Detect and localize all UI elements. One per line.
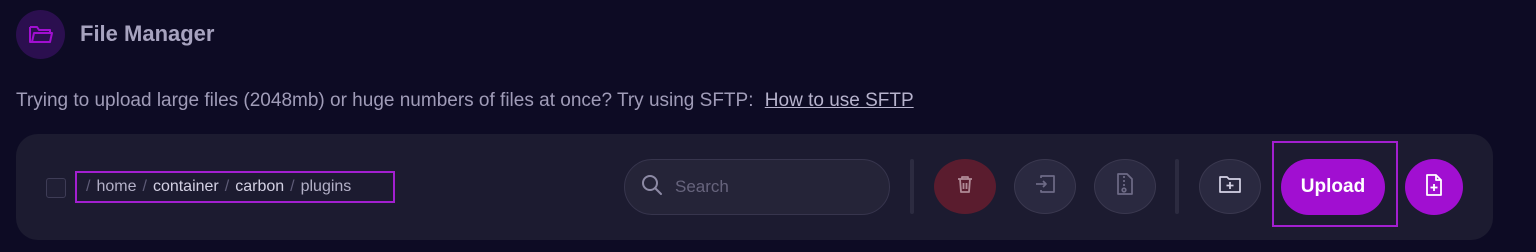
search-input[interactable] (673, 176, 857, 198)
upload-button[interactable]: Upload (1281, 159, 1385, 215)
breadcrumb: / home / container / carbon / plugins (75, 171, 395, 203)
move-button[interactable] (1014, 159, 1076, 214)
sftp-notice: Trying to upload large files (2048mb) or… (16, 90, 914, 112)
new-folder-button[interactable] (1199, 159, 1261, 214)
folder-plus-icon (1219, 175, 1241, 198)
page-header: File Manager (16, 9, 215, 59)
breadcrumb-separator: / (290, 178, 295, 195)
file-toolbar: / home / container / carbon / plugins Se… (16, 134, 1493, 240)
select-all-checkbox[interactable] (46, 178, 66, 198)
archive-button[interactable] (1094, 159, 1156, 214)
file-plus-icon (1425, 173, 1443, 201)
breadcrumb-item-container[interactable]: container (153, 178, 219, 196)
sftp-help-link[interactable]: How to use SFTP (765, 90, 914, 111)
move-file-icon (1034, 174, 1056, 199)
breadcrumb-item-carbon[interactable]: carbon (235, 178, 284, 196)
trash-icon (956, 174, 974, 199)
new-file-button[interactable] (1405, 159, 1463, 215)
breadcrumb-item-home[interactable]: home (96, 178, 136, 196)
toolbar-divider (910, 159, 914, 214)
breadcrumb-item-plugins[interactable]: plugins (301, 178, 352, 196)
search-box[interactable] (624, 159, 890, 215)
archive-file-icon (1116, 173, 1134, 200)
folder-icon (16, 9, 65, 59)
breadcrumb-separator: / (142, 178, 147, 195)
toolbar-divider (1175, 159, 1179, 214)
page-title: File Manager (80, 21, 215, 46)
breadcrumb-separator: / (224, 178, 230, 195)
search-icon (641, 174, 663, 201)
notice-text: Trying to upload large files (2048mb) or… (16, 90, 754, 111)
breadcrumb-separator: / (86, 178, 91, 195)
delete-button[interactable] (934, 159, 996, 214)
